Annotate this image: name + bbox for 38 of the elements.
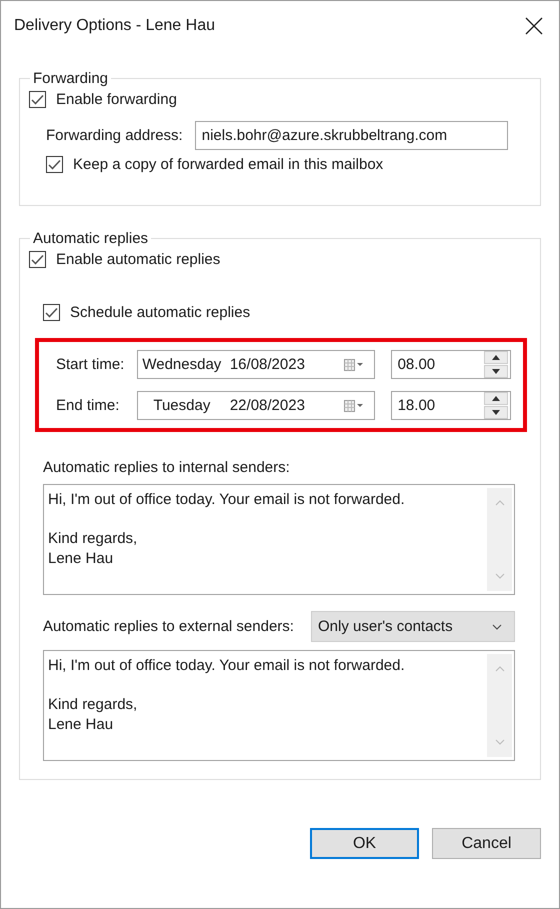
enable-replies-checkbox[interactable]: Enable automatic replies <box>29 251 220 268</box>
field-label: Automatic replies to internal senders: <box>43 459 291 476</box>
enable-forwarding-checkbox[interactable]: Enable forwarding <box>29 91 177 108</box>
group-title: Forwarding <box>32 70 110 87</box>
window-title: Delivery Options - Lene Hau <box>14 17 215 35</box>
close-icon[interactable] <box>525 17 543 35</box>
audience-dropdown[interactable]: Only user's contacts <box>311 611 515 642</box>
field-label: End time: <box>56 397 120 414</box>
keep-copy-checkbox[interactable]: Keep a copy of forwarded email in this mailbox <box>46 156 384 173</box>
schedule-checkbox[interactable]: Schedule automatic replies <box>43 304 250 321</box>
group-title: Automatic replies <box>32 230 150 247</box>
ok-button[interactable]: OK <box>310 828 419 859</box>
cancel-button[interactable]: Cancel <box>432 828 541 859</box>
chevron-down-icon <box>492 624 502 630</box>
external-reply-field[interactable]: Hi, I'm out of office today. Your email is not forwarded. Kind regards, Lene Hau <box>43 650 515 761</box>
scroll-up-icon[interactable] <box>494 666 504 672</box>
internal-reply-field[interactable]: Hi, I'm out of office today. Your email is not forwarded. Kind regards, Lene Hau <box>43 484 515 595</box>
time-spinner[interactable]: 08.00 <box>390 350 511 379</box>
spin-arrows-icon[interactable] <box>484 392 508 419</box>
scroll-up-icon[interactable] <box>494 500 504 506</box>
field-label: Start time: <box>56 356 126 373</box>
forwarding-address-field[interactable]: niels.bohr@azure.skrubbeltrang.com <box>194 121 508 150</box>
scrollbar[interactable] <box>487 654 512 757</box>
calendar-dropdown-icon[interactable] <box>344 400 364 412</box>
scroll-down-icon[interactable] <box>494 573 504 579</box>
time-spinner[interactable]: 18.00 <box>390 391 511 420</box>
check-icon <box>44 305 59 320</box>
check-icon <box>30 92 45 107</box>
check-icon <box>30 252 45 267</box>
field-label: Forwarding address: <box>46 127 183 144</box>
date-picker[interactable]: Wednesday 16/08/2023 <box>136 350 375 379</box>
scrollbar[interactable] <box>487 488 512 591</box>
scroll-down-icon[interactable] <box>494 739 504 745</box>
field-label: Automatic replies to external senders: <box>43 618 294 635</box>
date-picker[interactable]: Tuesday 22/08/2023 <box>136 391 375 420</box>
check-icon <box>47 157 62 172</box>
calendar-dropdown-icon[interactable] <box>344 358 364 370</box>
spin-arrows-icon[interactable] <box>484 351 508 378</box>
